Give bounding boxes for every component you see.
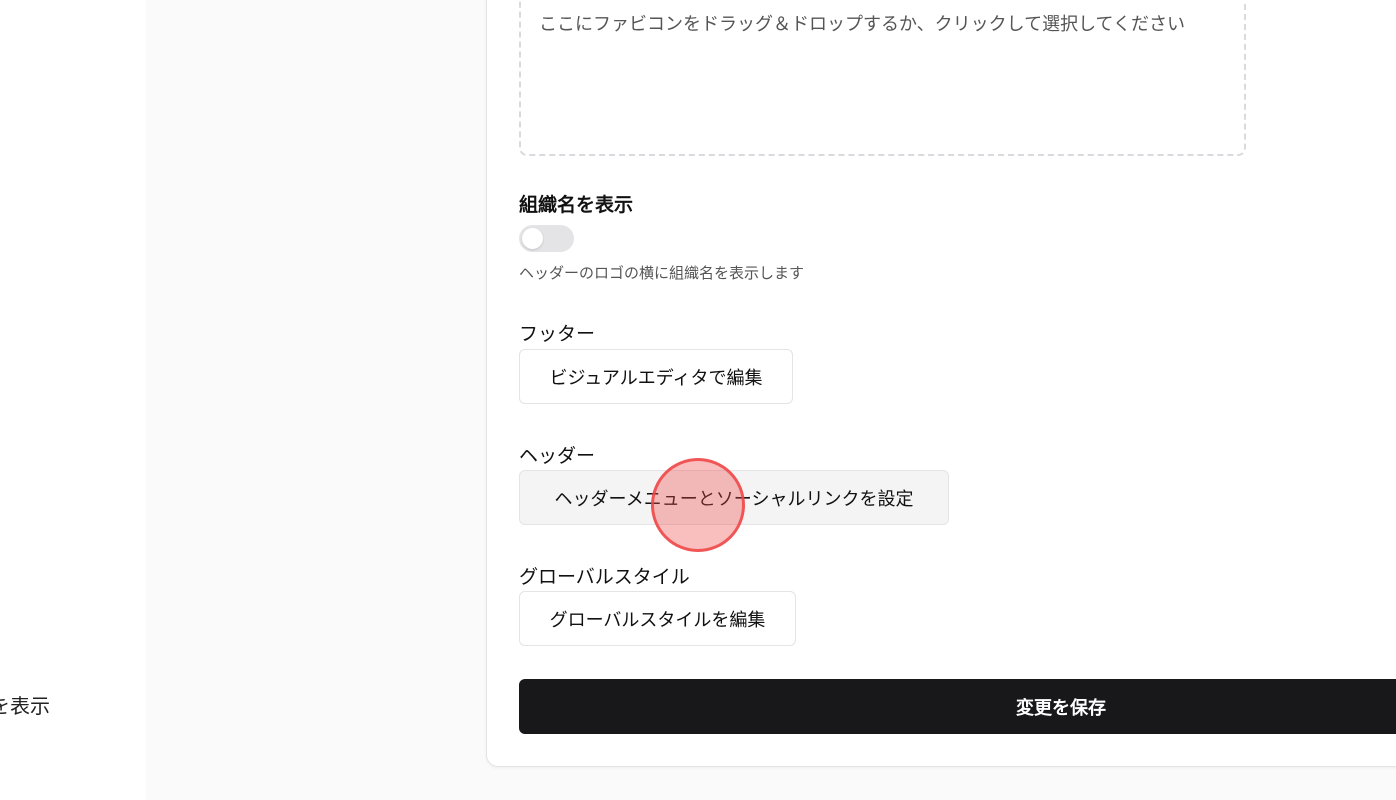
footer-label: フッター xyxy=(519,323,596,345)
global-style-edit-button[interactable]: グローバルスタイルを編集 xyxy=(519,591,796,646)
click-indicator xyxy=(651,458,745,552)
global-style-label: グローバルスタイル xyxy=(519,566,690,588)
save-button[interactable]: 変更を保存 xyxy=(519,679,1396,734)
sidebar: を表示 xyxy=(0,0,146,800)
sidebar-item-label[interactable]: を表示 xyxy=(0,690,50,719)
org-name-label: 組織名を表示 xyxy=(519,194,634,216)
favicon-dropzone[interactable]: ここにファビコンをドラッグ＆ドロップするか、クリックして選択してください xyxy=(519,0,1246,156)
org-name-hint: ヘッダーのロゴの横に組織名を表示します xyxy=(519,264,805,282)
dropzone-text: ここにファビコンをドラッグ＆ドロップするか、クリックして選択してください xyxy=(539,14,1186,35)
save-button-label: 変更を保存 xyxy=(1016,697,1106,719)
org-name-toggle[interactable] xyxy=(519,225,574,252)
header-label: ヘッダー xyxy=(519,445,596,467)
settings-page: を表示 ここにファビコンをドラッグ＆ドロップするか、クリックして選択してください… xyxy=(0,0,1396,800)
toggle-knob xyxy=(522,228,543,249)
footer-edit-button[interactable]: ビジュアルエディタで編集 xyxy=(519,349,793,404)
